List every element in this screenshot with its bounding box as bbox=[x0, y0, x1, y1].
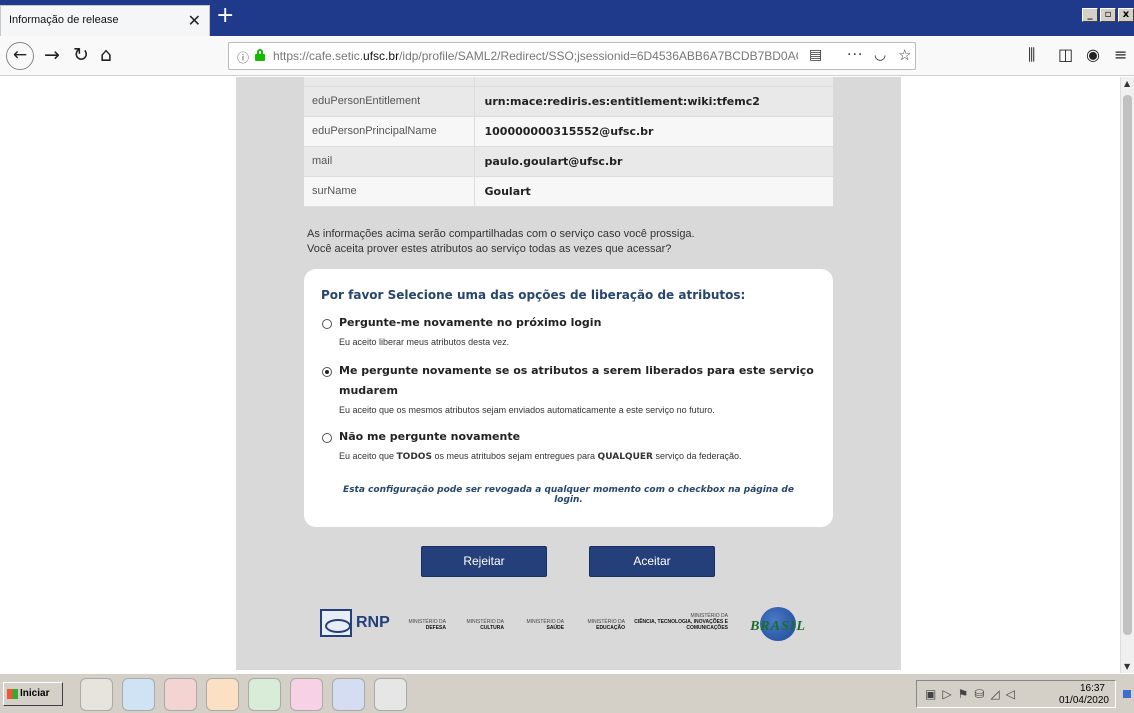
radio-ask-next-login[interactable] bbox=[322, 319, 332, 329]
pocket-icon[interactable]: ◡ bbox=[874, 47, 886, 63]
option-description: Eu aceito que TODOS os meus atritubos se… bbox=[339, 451, 742, 462]
menu-icon[interactable]: ≡ bbox=[1114, 45, 1127, 64]
address-bar[interactable]: ⓘ https://cafe.setic.ufsc.br/idp/profile… bbox=[228, 42, 916, 70]
attribute-value bbox=[474, 77, 833, 86]
ministry-logo: MINISTÉRIO DA EDUCAÇÃO bbox=[587, 619, 625, 631]
lock-icon[interactable] bbox=[255, 49, 265, 61]
attribute-name: surName bbox=[304, 176, 475, 206]
chat-icon[interactable] bbox=[290, 678, 323, 711]
table-row bbox=[304, 77, 833, 86]
table-row: eduPersonPrincipalName 100000000315552@u… bbox=[304, 116, 833, 146]
extension-icon[interactable]: ◉ bbox=[1086, 45, 1100, 64]
attribute-name bbox=[304, 77, 475, 86]
restore-icon[interactable]: ▫ bbox=[1100, 8, 1116, 22]
brasil-logo: BRASIL bbox=[736, 607, 820, 641]
attribute-name: eduPersonEntitlement bbox=[304, 86, 475, 116]
ministry-logo: MINISTÉRIO DA DEFESA bbox=[408, 619, 446, 631]
start-button[interactable]: Iniciar bbox=[3, 682, 63, 706]
file-explorer-icon[interactable] bbox=[80, 678, 113, 711]
tray-icons[interactable]: ▣▷⚑⛁◿◁ bbox=[925, 687, 1021, 701]
radio-ask-if-changed[interactable] bbox=[322, 367, 332, 377]
chrome-icon[interactable] bbox=[248, 678, 281, 711]
share-info: As informações acima serão compartilhada… bbox=[307, 227, 695, 257]
table-row: surName Goulart bbox=[304, 176, 833, 206]
attributes-table: eduPersonEntitlement urn:mace:rediris.es… bbox=[304, 77, 833, 207]
library-icon[interactable]: ⫼ bbox=[1028, 45, 1035, 65]
attribute-value: paulo.goulart@ufsc.br bbox=[484, 154, 623, 168]
back-arrow-icon[interactable]: ← bbox=[6, 42, 34, 70]
bookmark-star-icon[interactable]: ☆ bbox=[898, 46, 911, 64]
share-info-line: As informações acima serão compartilhada… bbox=[307, 228, 695, 240]
option-label[interactable]: Não me pergunte novamente bbox=[339, 427, 520, 447]
home-icon[interactable]: ⌂ bbox=[100, 45, 112, 65]
reader-view-icon[interactable]: ▤ bbox=[809, 47, 822, 63]
attribute-name: mail bbox=[304, 146, 475, 176]
show-desktop-button[interactable] bbox=[1123, 690, 1131, 698]
ministry-logo: MINISTÉRIO DA SAÚDE bbox=[526, 619, 564, 631]
attribute-value: 100000000315552@ufsc.br bbox=[484, 124, 654, 138]
windows-taskbar: Iniciar ▣▷⚑⛁◿◁ 16:37 01/04/2020 bbox=[0, 673, 1134, 713]
system-tray: ▣▷⚑⛁◿◁ 16:37 01/04/2020 bbox=[916, 680, 1116, 708]
tab-title: Informação de release bbox=[9, 14, 119, 26]
tab-bar: Informação de release ✕ + _ ▫ x bbox=[0, 0, 1134, 36]
option-label[interactable]: Pergunte-me novamente no próximo login bbox=[339, 313, 601, 333]
rnp-logo-text: RNP bbox=[356, 614, 390, 631]
options-title: Por favor Selecione uma das opções de li… bbox=[321, 288, 746, 302]
reload-icon[interactable]: ↻ bbox=[73, 45, 89, 65]
page-scrollbar[interactable]: ▲ ▼ bbox=[1120, 77, 1134, 673]
browser-tab[interactable]: Informação de release ✕ bbox=[0, 5, 210, 36]
scroll-up-arrow-icon[interactable]: ▲ bbox=[1124, 79, 1130, 88]
accept-button[interactable]: Aceitar bbox=[589, 546, 715, 577]
url-text[interactable]: https://cafe.setic.ufsc.br/idp/profile/S… bbox=[273, 49, 798, 63]
scrollbar-thumb[interactable] bbox=[1123, 95, 1132, 635]
firefox-icon[interactable] bbox=[206, 678, 239, 711]
attribute-value: urn:mace:rediris.es:entitlement:wiki:tfe… bbox=[484, 94, 760, 108]
table-row: eduPersonEntitlement urn:mace:rediris.es… bbox=[304, 86, 833, 116]
clock-date: 01/04/2020 bbox=[1058, 695, 1109, 706]
ministry-logo: MINISTÉRIO DA CIÊNCIA, TECNOLOGIA, INOVAÇ… bbox=[634, 613, 728, 631]
page-content: eduPersonEntitlement urn:mace:rediris.es… bbox=[0, 77, 1120, 673]
word-icon[interactable] bbox=[332, 678, 365, 711]
reject-button[interactable]: Rejeitar bbox=[421, 546, 547, 577]
footer-logos: RNP MINISTÉRIO DA DEFESA MINISTÉRIO DA CUL… bbox=[318, 605, 828, 645]
revoke-note: Esta configuração pode ser revogada a qu… bbox=[343, 485, 794, 505]
more-actions-icon[interactable]: ··· bbox=[847, 47, 863, 63]
option-description: Eu aceito que os mesmos atributos sejam … bbox=[339, 405, 715, 415]
attribute-name: eduPersonPrincipalName bbox=[304, 116, 475, 146]
option-label-continued[interactable]: mudarem bbox=[339, 381, 398, 401]
radio-never-ask[interactable] bbox=[322, 433, 332, 443]
attribute-value: Goulart bbox=[484, 184, 531, 198]
chrome-canary-icon[interactable] bbox=[122, 678, 155, 711]
sidebar-icon[interactable]: ◫ bbox=[1058, 45, 1073, 64]
paint-icon[interactable] bbox=[374, 678, 407, 711]
new-tab-icon[interactable]: + bbox=[216, 3, 234, 28]
forward-arrow-icon[interactable]: → bbox=[44, 45, 60, 65]
close-icon[interactable]: ✕ bbox=[188, 11, 201, 30]
windows-flag-icon bbox=[7, 689, 18, 699]
share-info-question: Você aceita prover estes atributos ao se… bbox=[307, 243, 672, 255]
minimize-icon[interactable]: _ bbox=[1082, 8, 1098, 22]
window-controls: _ ▫ x bbox=[1082, 8, 1134, 22]
ministry-logo: MINISTÉRIO DA CULTURA bbox=[466, 619, 504, 631]
clock-time: 16:37 bbox=[1079, 683, 1105, 694]
info-icon[interactable]: ⓘ bbox=[237, 49, 249, 66]
table-row: mail paulo.goulart@ufsc.br bbox=[304, 146, 833, 176]
navigation-toolbar: ← → ↻ ⌂ ⓘ https://cafe.setic.ufsc.br/idp… bbox=[0, 36, 1134, 76]
scroll-down-arrow-icon[interactable]: ▼ bbox=[1124, 662, 1130, 671]
close-window-icon[interactable]: x bbox=[1118, 8, 1134, 22]
option-label[interactable]: Me pergunte novamente se os atributos a … bbox=[339, 361, 814, 381]
opera-icon[interactable] bbox=[164, 678, 197, 711]
rnp-logo bbox=[320, 609, 352, 637]
option-description: Eu aceito liberar meus atributos desta v… bbox=[339, 337, 510, 347]
consent-options-box: Por favor Selecione uma das opções de li… bbox=[304, 269, 833, 527]
